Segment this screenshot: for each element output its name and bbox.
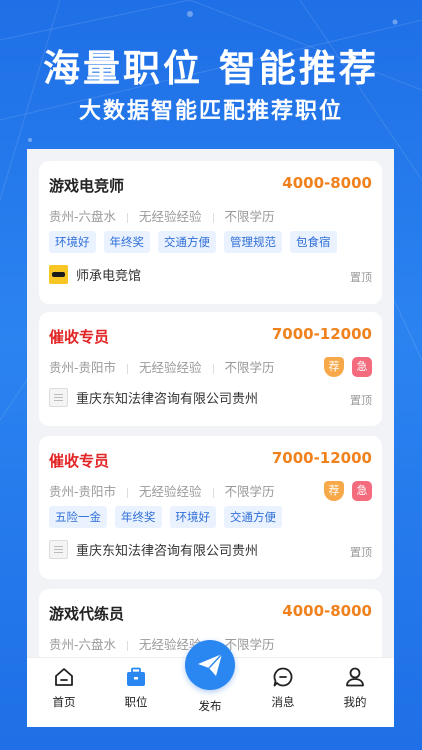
hero-title: 海量职位 智能推荐 bbox=[43, 47, 379, 90]
job-badges: 荐急 bbox=[316, 479, 372, 501]
urgent-badge: 急 bbox=[352, 481, 372, 501]
job-experience: 无经验经验 bbox=[139, 484, 202, 499]
company-row[interactable]: 重庆东知法律咨询有限公司贵州 bbox=[49, 388, 258, 407]
job-title: 催收专员 bbox=[49, 328, 110, 346]
job-experience: 无经验经验 bbox=[139, 209, 202, 224]
job-tags: 五险一金 年终奖 环境好 交通方便 bbox=[49, 506, 290, 528]
company-logo bbox=[49, 540, 68, 559]
job-tag: 管理规范 bbox=[224, 231, 282, 253]
job-tag: 交通方便 bbox=[158, 231, 216, 253]
job-tag: 交通方便 bbox=[224, 506, 282, 528]
job-badges: 荐急 bbox=[316, 355, 372, 377]
job-card[interactable]: 催收专员 7000-12000 贵州-贵阳市 无经验经验 不限学历 荐急 重庆东知法… bbox=[39, 312, 382, 426]
recommend-badge: 荐 bbox=[324, 481, 344, 501]
job-title: 游戏电竞师 bbox=[49, 177, 125, 195]
job-salary: 7000-12000 bbox=[271, 325, 372, 343]
job-salary: 4000-8000 bbox=[282, 174, 372, 192]
message-icon bbox=[273, 667, 293, 687]
company-logo bbox=[49, 265, 68, 284]
job-title: 游戏代练员 bbox=[49, 605, 125, 623]
job-salary: 7000-12000 bbox=[271, 449, 372, 467]
tab-mine-label: 我的 bbox=[343, 695, 367, 709]
job-meta: 贵州-贵阳市 无经验经验 不限学历 bbox=[49, 481, 275, 500]
job-meta: 贵州-贵阳市 无经验经验 不限学历 bbox=[49, 357, 275, 376]
job-meta: 贵州-六盘水 无经验经验 不限学历 bbox=[49, 206, 275, 225]
job-location: 贵州-贵阳市 bbox=[49, 484, 117, 499]
job-location: 贵州-贵阳市 bbox=[49, 360, 117, 375]
hero-subtitle: 大数据智能匹配推荐职位 bbox=[78, 99, 343, 124]
urgent-badge: 急 bbox=[352, 357, 372, 377]
job-card[interactable]: 游戏电竞师 4000-8000 贵州-六盘水 无经验经验 不限学历 环境好 年终奖 交通… bbox=[39, 161, 382, 304]
job-location: 贵州-六盘水 bbox=[49, 637, 117, 652]
job-location: 贵州-六盘水 bbox=[49, 209, 117, 224]
job-tag: 包食宿 bbox=[290, 231, 337, 253]
job-card[interactable]: 催收专员 7000-12000 贵州-贵阳市 无经验经验 不限学历 荐急 五险一金年… bbox=[39, 436, 382, 579]
user-icon bbox=[346, 667, 364, 687]
tab-mine[interactable]: 我的 bbox=[325, 666, 385, 710]
bottom-tab-bar: 首页 职位 发布 消息 我的 bbox=[27, 640, 394, 727]
job-salary: 4000-8000 bbox=[282, 602, 372, 620]
pinned-label: 置顶 bbox=[350, 546, 372, 559]
job-education: 不限学历 bbox=[224, 637, 275, 652]
job-education: 不限学历 bbox=[224, 209, 275, 224]
company-name: 师承电竞馆 bbox=[76, 269, 142, 284]
job-title: 催收专员 bbox=[49, 452, 110, 470]
job-tag: 环境好 bbox=[49, 231, 96, 253]
job-tags: 环境好 年终奖 交通方便 管理规范 包食宿 bbox=[49, 231, 345, 253]
company-name: 重庆东知法律咨询有限公司贵州 bbox=[76, 392, 259, 407]
job-tag: 五险一金 bbox=[49, 506, 107, 528]
app-screen: 游戏电竞师 4000-8000 贵州-六盘水 无经验经验 不限学历 环境好 年终奖 交通… bbox=[27, 149, 394, 727]
tab-home[interactable]: 首页 bbox=[34, 666, 94, 710]
pinned-label: 置顶 bbox=[350, 271, 372, 284]
pinned-label: 置顶 bbox=[350, 394, 372, 407]
company-logo bbox=[49, 388, 68, 407]
job-experience: 无经验经验 bbox=[139, 360, 202, 375]
briefcase-icon bbox=[127, 667, 145, 686]
publish-button[interactable] bbox=[185, 640, 235, 690]
tab-publish-label: 发布 bbox=[198, 699, 222, 713]
recommend-badge: 荐 bbox=[324, 357, 344, 377]
tab-jobs[interactable]: 职位 bbox=[106, 666, 166, 710]
paper-plane-icon bbox=[198, 653, 223, 676]
tab-messages[interactable]: 消息 bbox=[253, 666, 313, 710]
company-row[interactable]: 重庆东知法律咨询有限公司贵州 bbox=[49, 540, 258, 559]
job-education: 不限学历 bbox=[224, 484, 275, 499]
company-row[interactable]: 师承电竞馆 bbox=[49, 265, 141, 284]
home-icon bbox=[55, 668, 73, 686]
job-education: 不限学历 bbox=[224, 360, 275, 375]
tab-jobs-label: 职位 bbox=[124, 695, 148, 709]
job-meta: 贵州-六盘水 无经验经验 不限学历 bbox=[49, 634, 275, 653]
tab-messages-label: 消息 bbox=[271, 695, 295, 709]
job-tag: 环境好 bbox=[169, 506, 216, 528]
job-tag: 年终奖 bbox=[115, 506, 162, 528]
company-name: 重庆东知法律咨询有限公司贵州 bbox=[76, 544, 259, 559]
job-tag: 年终奖 bbox=[103, 231, 150, 253]
tab-home-label: 首页 bbox=[52, 695, 76, 709]
